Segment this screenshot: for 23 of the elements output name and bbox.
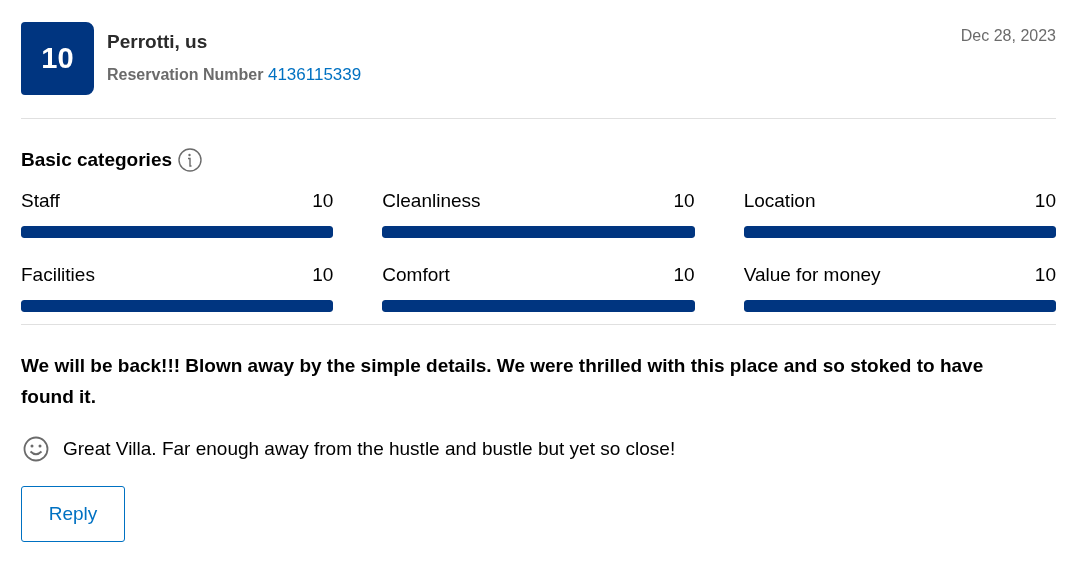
category-name: Value for money	[743, 263, 881, 287]
reviewer-name: Perrotti, us	[107, 31, 209, 53]
category-score: 10	[673, 263, 695, 287]
review-headline: We will be back!!! Blown away by the simple details. We were thrilled with this place and so stoked to have found it.	[21, 354, 985, 409]
category-score: 10	[673, 189, 695, 213]
reservation-number-link[interactable]: 4136115339	[267, 65, 362, 84]
positive-comment: Great Villa. Far enough away from the hustle and bustle but yet so close!	[63, 438, 676, 460]
category-score: 10	[1034, 189, 1056, 213]
score-badge: 10	[21, 22, 94, 95]
reservation-label: Reservation Number	[107, 66, 264, 83]
info-icon[interactable]	[178, 148, 203, 172]
section-title: Basic categories	[21, 149, 173, 171]
smiley-icon	[23, 436, 49, 462]
category-name: Staff	[21, 189, 60, 213]
category-score: 10	[312, 263, 334, 287]
category-score: 10	[1034, 263, 1056, 287]
review-date: Dec 28, 2023	[960, 27, 1056, 45]
category-name: Location	[743, 189, 816, 213]
category-score: 10	[312, 189, 334, 213]
category-name: Comfort	[382, 263, 450, 287]
reply-button[interactable]: Reply	[21, 486, 125, 542]
category-name: Facilities	[21, 263, 95, 287]
category-name: Cleanliness	[382, 189, 481, 213]
